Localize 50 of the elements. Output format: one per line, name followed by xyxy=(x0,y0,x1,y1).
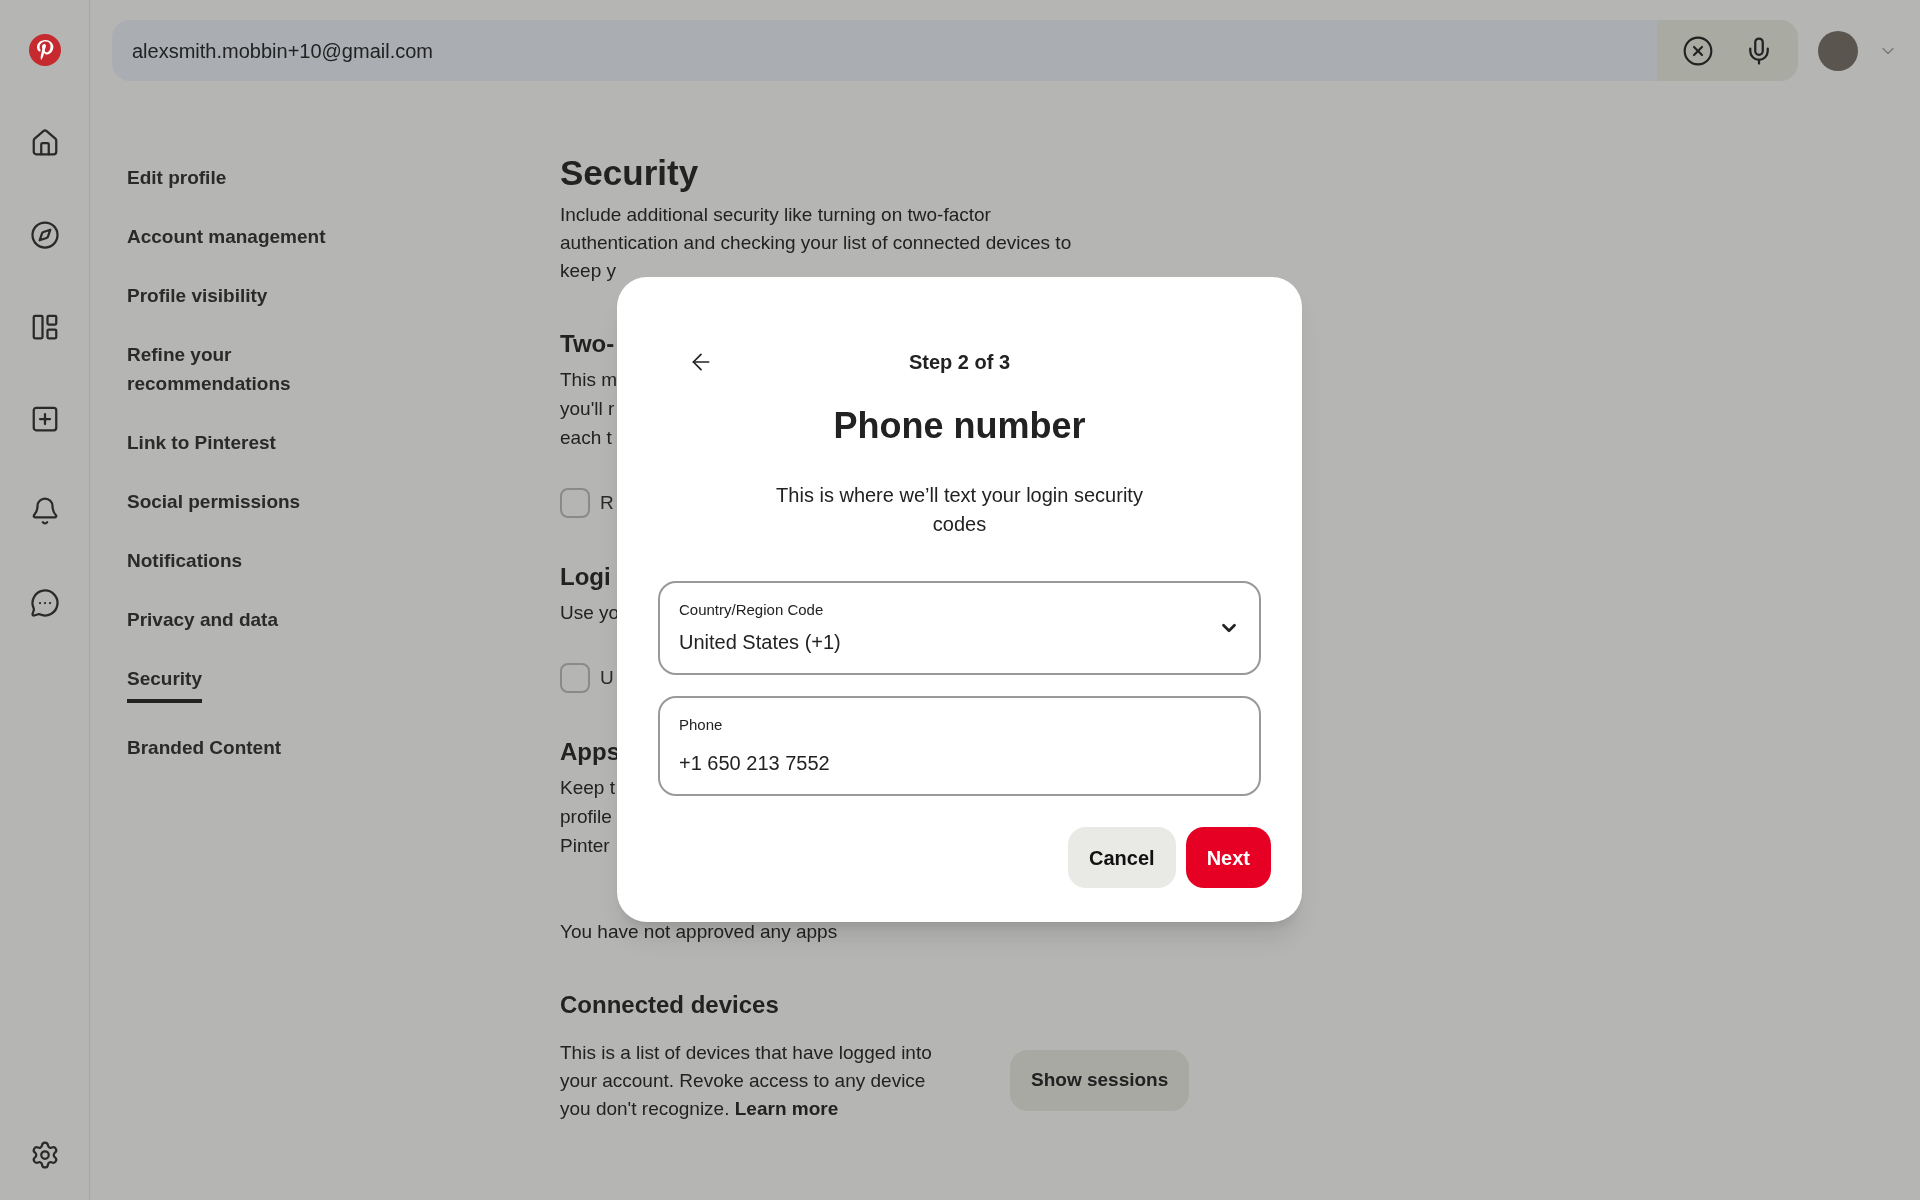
field-value: United States (+1) xyxy=(679,630,841,656)
section-text: profile xyxy=(560,805,612,829)
page-title: Security xyxy=(560,152,700,194)
settings-nav-item[interactable]: Link to Pinterest xyxy=(127,428,276,457)
checkbox-label: R xyxy=(600,490,614,515)
field-label: Country/Region Code xyxy=(679,599,825,620)
settings-nav-item[interactable]: Edit profile xyxy=(127,163,227,192)
next-button[interactable]: Next xyxy=(1185,827,1271,888)
field-value: +1 650 213 7552 xyxy=(679,751,831,777)
compass-icon[interactable] xyxy=(29,220,60,250)
learn-more-link[interactable]: Learn more xyxy=(734,1097,839,1119)
settings-nav-item[interactable]: Profile visibility xyxy=(127,281,268,310)
avatar[interactable] xyxy=(1818,30,1858,71)
section-text: Pinter xyxy=(560,834,610,858)
logo-icon[interactable] xyxy=(28,34,61,66)
devices-text: This is a list of devices that have logged into your account. Revoke access to any device you don't recognize. Learn more xyxy=(560,1040,933,1121)
checkbox[interactable] xyxy=(560,488,590,518)
show-sessions-button[interactable]: Show sessions xyxy=(1010,1050,1190,1111)
settings-nav-item[interactable]: Refine your recommendations xyxy=(127,340,357,398)
section-heading: Apps xyxy=(560,737,620,767)
search-text: alexsmith.mobbin+10@gmail.com xyxy=(132,38,433,64)
step-indicator: Step 2 of 3 xyxy=(908,350,1011,375)
intro-text: Include additional security like turning on two-factor xyxy=(560,203,991,227)
settings-nav-item[interactable]: Account management xyxy=(127,222,326,251)
checkbox-label: U xyxy=(600,665,614,690)
section-heading: Connected devices xyxy=(560,989,779,1020)
apps-note: You have not approved any apps xyxy=(560,920,838,944)
field-label: Phone xyxy=(679,714,724,735)
checkbox[interactable] xyxy=(560,663,590,693)
search-field[interactable]: alexsmith.mobbin+10@gmail.com xyxy=(112,20,1798,81)
section-text: Keep t xyxy=(560,776,615,800)
settings-nav-item[interactable]: Security xyxy=(127,664,202,703)
dialog-title: Phone number xyxy=(832,404,1087,448)
settings-nav-item[interactable]: Branded Content xyxy=(127,733,282,762)
section-text: This m xyxy=(560,368,617,392)
clear-icon[interactable] xyxy=(1681,34,1714,67)
cancel-button[interactable]: Cancel xyxy=(1068,827,1176,888)
settings-nav-item[interactable]: Social permissions xyxy=(127,487,301,516)
intro-text: keep y xyxy=(560,259,616,283)
country-select[interactable]: Country/Region Code United States (+1) xyxy=(658,581,1261,675)
dialog-description: This is where we’ll text your login security codes xyxy=(775,483,1144,537)
section-text: you'll r xyxy=(560,397,615,421)
chat-icon[interactable] xyxy=(29,588,60,618)
settings-nav-item[interactable]: Privacy and data xyxy=(127,605,279,634)
section-heading: Logi xyxy=(560,562,611,592)
section-heading: Two- xyxy=(560,329,615,359)
intro-text: authentication and checking your list of connected devices to xyxy=(560,231,1072,255)
settings-nav-item[interactable]: Notifications xyxy=(127,546,243,575)
section-text: each t xyxy=(560,426,612,450)
phone-field[interactable]: Phone +1 650 213 7552 xyxy=(658,696,1261,796)
